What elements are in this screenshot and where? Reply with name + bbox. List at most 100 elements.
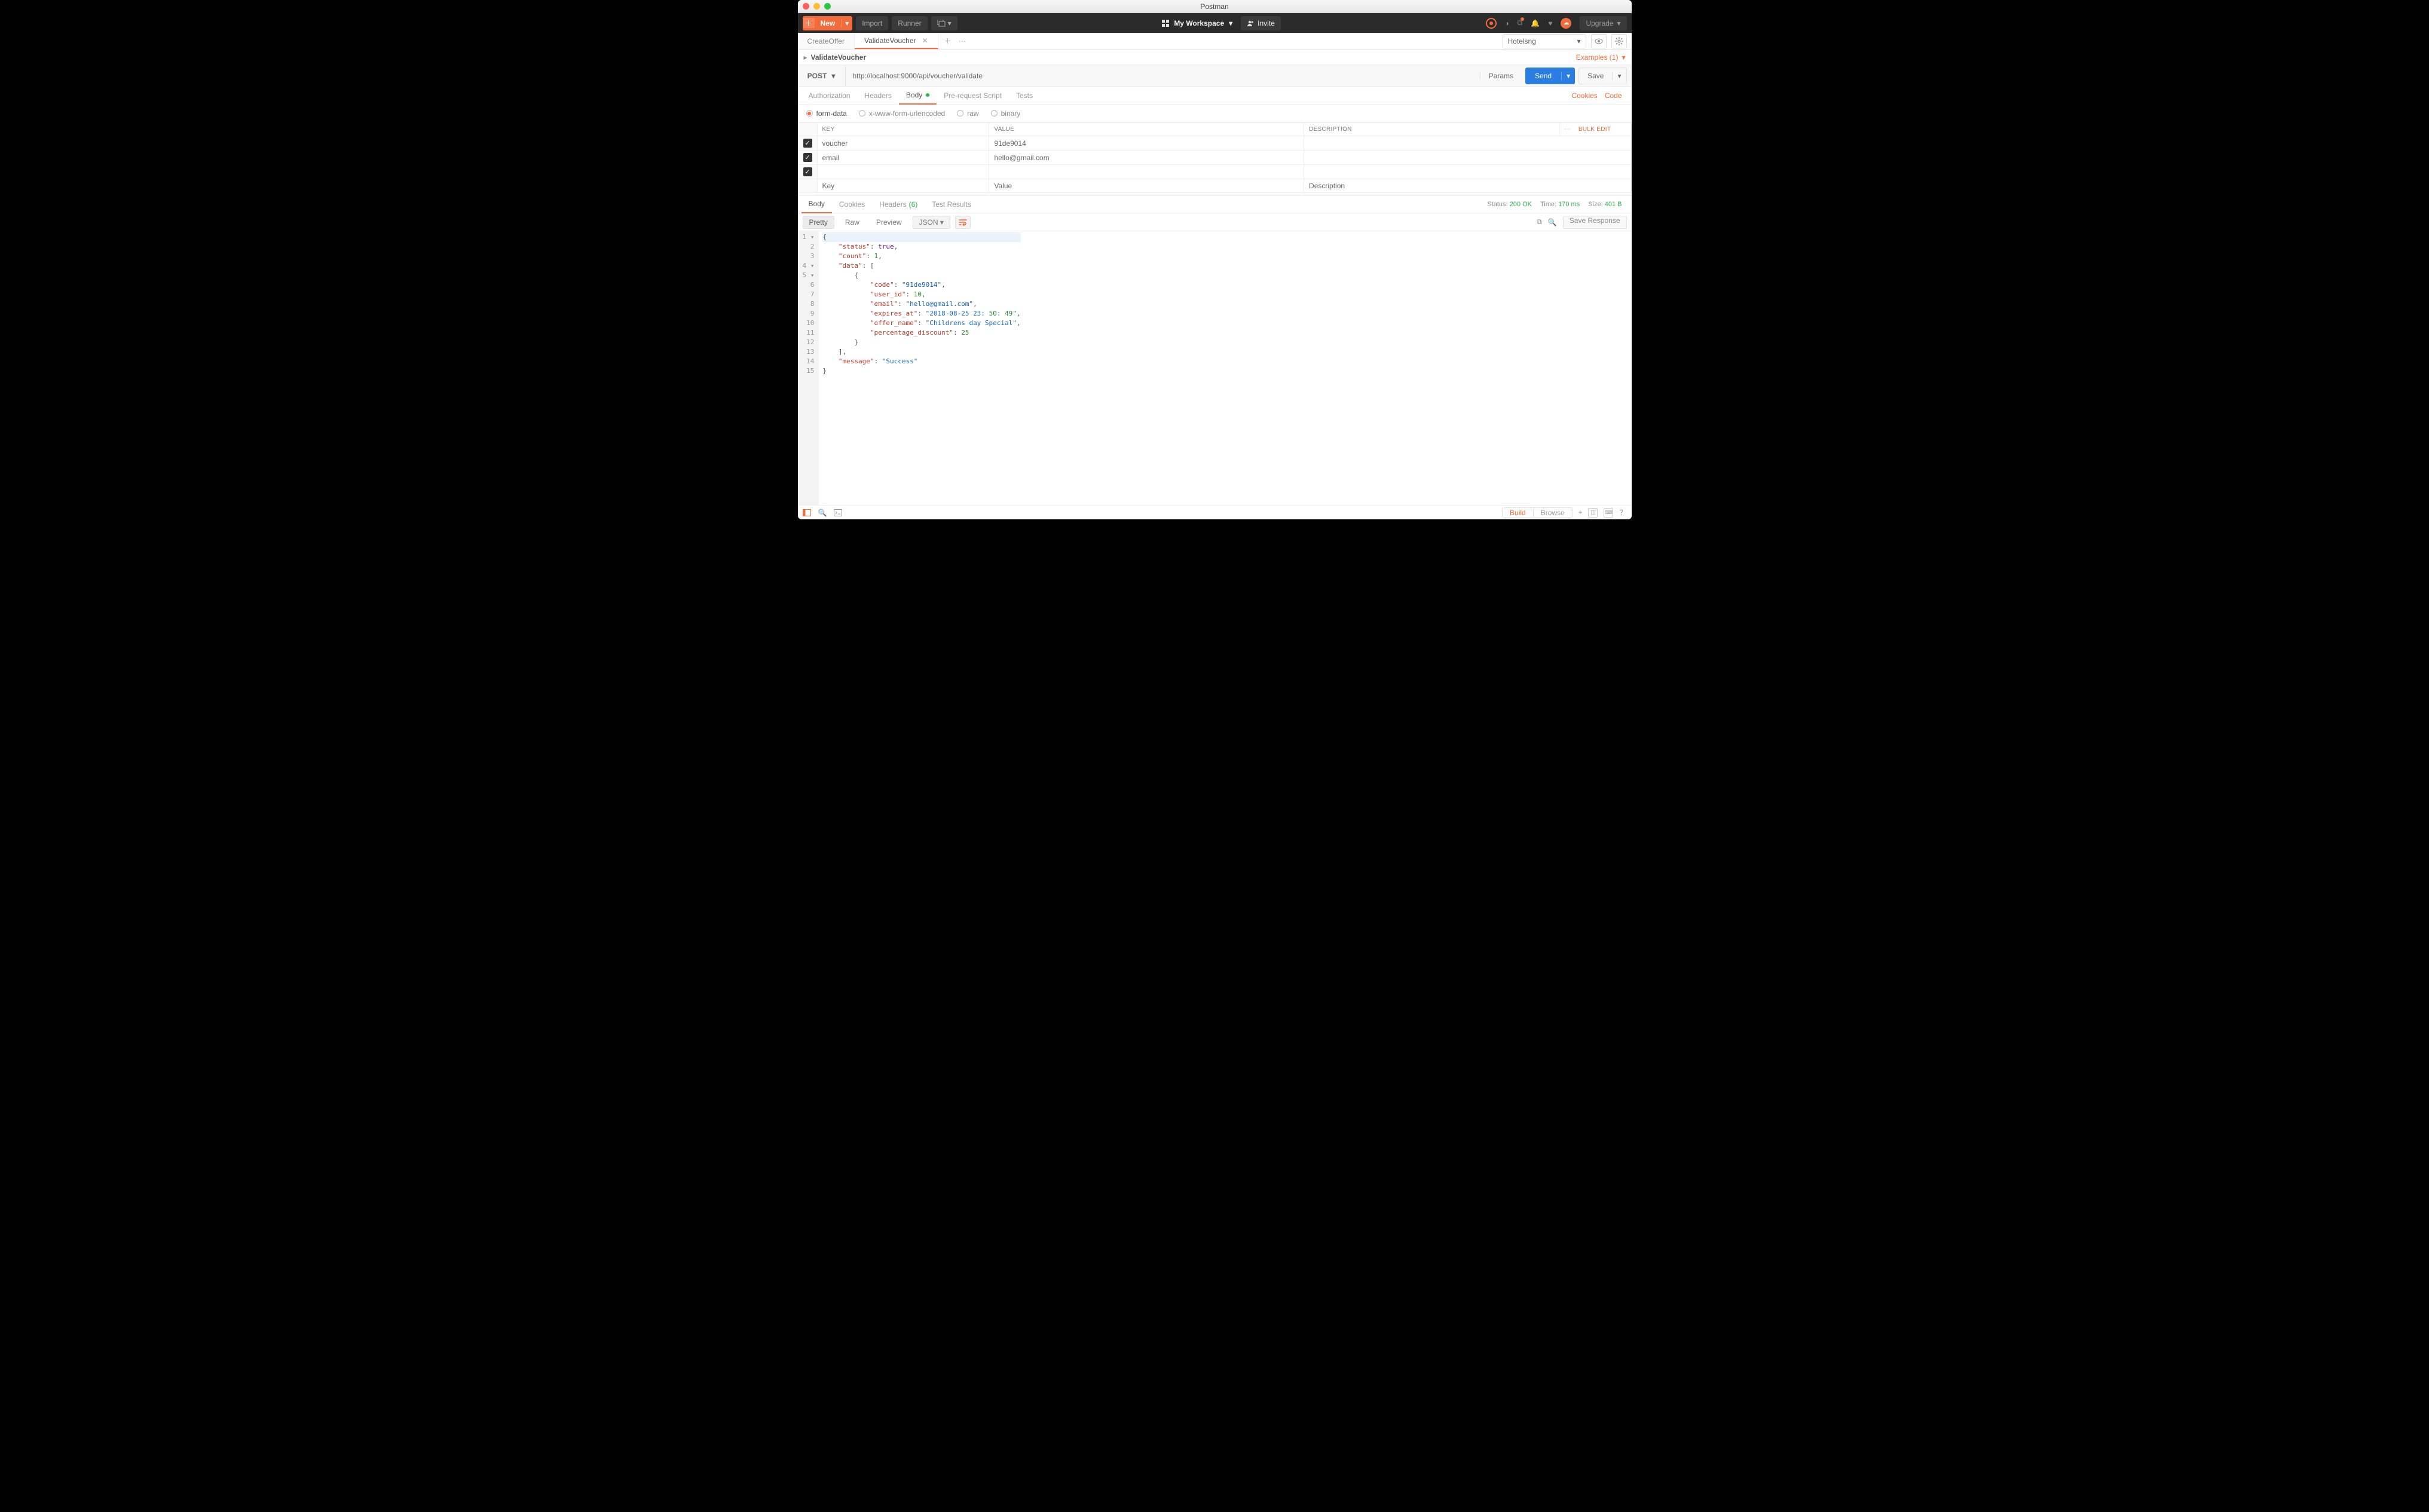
value-cell[interactable] bbox=[989, 165, 1304, 179]
send-button[interactable]: Send ▾ bbox=[1525, 68, 1575, 84]
tab-createoffer[interactable]: CreateOffer bbox=[798, 33, 855, 49]
notifications-bell-icon[interactable]: ⧉ bbox=[1518, 19, 1523, 27]
examples-dropdown[interactable]: Examples (1) ▾ bbox=[1576, 53, 1626, 62]
row-options-icon[interactable]: ⋯ bbox=[1565, 126, 1571, 133]
tab-label: CreateOffer bbox=[807, 37, 845, 45]
close-icon[interactable]: ✕ bbox=[922, 36, 928, 45]
description-cell[interactable] bbox=[1304, 136, 1631, 151]
two-pane-icon[interactable]: ◫ bbox=[1588, 508, 1598, 518]
copy-icon[interactable]: ⧉ bbox=[1537, 218, 1542, 227]
bell-icon[interactable]: 🔔 bbox=[1531, 19, 1540, 27]
tab-body-label: Body bbox=[906, 91, 922, 99]
upgrade-button[interactable]: Upgrade ▾ bbox=[1580, 16, 1626, 30]
new-button[interactable]: ＋ New ▾ bbox=[803, 16, 853, 30]
description-cell[interactable] bbox=[1304, 165, 1631, 179]
invite-button[interactable]: Invite bbox=[1241, 16, 1281, 30]
key-cell[interactable]: voucher bbox=[817, 136, 989, 151]
tab-body[interactable]: Body bbox=[899, 87, 937, 105]
browse-label[interactable]: Browse bbox=[1534, 509, 1572, 517]
grid-icon bbox=[1162, 20, 1169, 27]
table-row: ✓ bbox=[798, 165, 1631, 179]
tab-authorization[interactable]: Authorization bbox=[801, 87, 858, 105]
tab-prerequest[interactable]: Pre-request Script bbox=[937, 87, 1009, 105]
chevron-right-icon[interactable]: ▸ bbox=[804, 53, 807, 62]
keyboard-shortcuts-icon[interactable]: ⌨ bbox=[1604, 508, 1613, 518]
plus-icon: ＋ bbox=[803, 18, 815, 28]
bootcamp-icon[interactable]: ⌖ bbox=[1578, 508, 1583, 517]
description-input[interactable]: Description bbox=[1304, 179, 1631, 193]
format-select[interactable]: JSON ▾ bbox=[913, 216, 950, 229]
method-select[interactable]: POST ▾ bbox=[798, 65, 846, 87]
find-icon[interactable]: 🔍 bbox=[818, 509, 827, 517]
build-browse-toggle[interactable]: Build Browse bbox=[1502, 507, 1573, 518]
value-cell[interactable]: 91de9014 bbox=[989, 136, 1304, 151]
console-icon[interactable] bbox=[834, 509, 842, 516]
environment-quicklook-icon[interactable] bbox=[1591, 34, 1607, 48]
add-tab-icon[interactable]: ＋ bbox=[944, 36, 952, 46]
view-pretty[interactable]: Pretty bbox=[803, 216, 834, 229]
description-cell[interactable] bbox=[1304, 151, 1631, 165]
new-label: New bbox=[815, 19, 842, 27]
value-input[interactable]: Value bbox=[989, 179, 1304, 193]
url-input[interactable]: http://localhost:9000/api/voucher/valida… bbox=[846, 72, 1480, 80]
app-topbar: ＋ New ▾ Import Runner ▾ My Workspace ▾ I… bbox=[798, 13, 1632, 33]
resp-tab-testresults[interactable]: Test Results bbox=[925, 195, 978, 213]
settings-gear-icon[interactable] bbox=[1611, 34, 1627, 48]
search-icon[interactable]: 🔍 bbox=[1548, 218, 1557, 227]
runner-button[interactable]: Runner bbox=[892, 16, 927, 30]
window-chooser-button[interactable]: ▾ bbox=[931, 16, 957, 30]
chevron-down-icon[interactable]: ▾ bbox=[841, 19, 852, 27]
size-label: Size: bbox=[1588, 201, 1602, 208]
wrap-toggle-icon[interactable] bbox=[955, 216, 971, 229]
workspace-switcher[interactable]: My Workspace ▾ bbox=[1162, 16, 1232, 30]
size-value: 401 B bbox=[1605, 201, 1622, 208]
build-label[interactable]: Build bbox=[1503, 509, 1534, 517]
radio-x-www[interactable]: x-www-form-urlencoded bbox=[859, 109, 945, 118]
request-addressbar: POST ▾ http://localhost:9000/api/voucher… bbox=[798, 65, 1632, 87]
tab-headers[interactable]: Headers bbox=[858, 87, 899, 105]
tab-validatevoucher[interactable]: ValidateVoucher ✕ bbox=[855, 33, 938, 49]
save-response-button[interactable]: Save Response bbox=[1563, 216, 1627, 229]
form-data-table: KEY VALUE DESCRIPTION ⋯ Bulk Edit ✓ vouc… bbox=[798, 123, 1632, 193]
invite-label: Invite bbox=[1258, 19, 1275, 27]
tab-label: ValidateVoucher bbox=[864, 36, 916, 45]
help-icon[interactable]: ？ bbox=[1619, 507, 1626, 518]
sync-status-icon[interactable] bbox=[1486, 18, 1497, 29]
environment-select[interactable]: Hotelsng ▾ bbox=[1503, 34, 1586, 48]
response-body-viewer[interactable]: 1 ▾ 2 3 4 ▾ 5 ▾ 6 7 8 9 10 11 12 13 14 1… bbox=[798, 231, 1632, 505]
sidebar-toggle-icon[interactable] bbox=[803, 509, 811, 516]
radio-raw[interactable]: raw bbox=[957, 109, 978, 118]
tab-options-icon[interactable]: ⋯ bbox=[959, 37, 966, 45]
chevron-down-icon[interactable]: ▾ bbox=[1561, 72, 1575, 80]
view-raw[interactable]: Raw bbox=[839, 216, 865, 229]
key-input[interactable]: Key bbox=[817, 179, 989, 193]
resp-tab-body[interactable]: Body bbox=[801, 195, 832, 213]
cookies-link[interactable]: Cookies bbox=[1571, 91, 1597, 100]
value-cell[interactable]: hello@gmail.com bbox=[989, 151, 1304, 165]
view-preview[interactable]: Preview bbox=[870, 216, 908, 229]
import-button[interactable]: Import bbox=[856, 16, 888, 30]
examples-label: Examples (1) bbox=[1576, 53, 1619, 62]
row-checkbox[interactable]: ✓ bbox=[803, 167, 812, 176]
key-cell[interactable]: email bbox=[817, 151, 989, 165]
row-checkbox[interactable]: ✓ bbox=[803, 153, 812, 162]
chevron-down-icon: ▾ bbox=[1622, 53, 1625, 62]
code-link[interactable]: Code bbox=[1605, 91, 1622, 100]
radio-form-data[interactable]: form-data bbox=[806, 109, 847, 118]
radio-binary[interactable]: binary bbox=[991, 109, 1021, 118]
params-button[interactable]: Params bbox=[1480, 72, 1522, 80]
headers-count: (6) bbox=[909, 200, 918, 209]
chevron-down-icon[interactable]: ▾ bbox=[1612, 72, 1626, 80]
save-button[interactable]: Save ▾ bbox=[1578, 68, 1626, 84]
chevron-down-icon: ▾ bbox=[831, 72, 835, 80]
heart-icon[interactable]: ♥ bbox=[1548, 19, 1552, 27]
row-checkbox[interactable]: ✓ bbox=[803, 139, 812, 148]
bulk-edit-link[interactable]: Bulk Edit bbox=[1578, 126, 1611, 133]
capture-icon[interactable]: ◑ bbox=[1505, 19, 1509, 27]
tab-tests[interactable]: Tests bbox=[1009, 87, 1040, 105]
resp-tab-cookies[interactable]: Cookies bbox=[832, 195, 872, 213]
resp-tab-headers[interactable]: Headers (6) bbox=[872, 195, 925, 213]
key-cell[interactable] bbox=[817, 165, 989, 179]
user-avatar-icon[interactable]: ☁ bbox=[1561, 18, 1571, 29]
request-section-tabs: Authorization Headers Body Pre-request S… bbox=[798, 87, 1632, 105]
